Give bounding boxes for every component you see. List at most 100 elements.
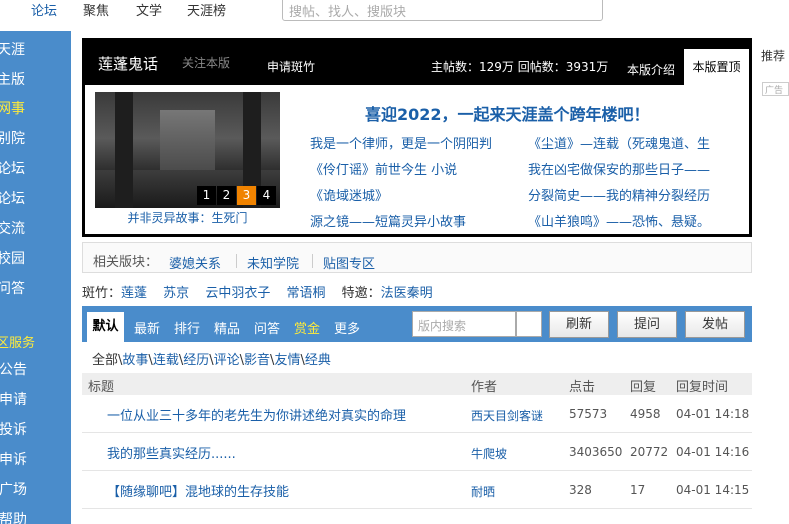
filter-item[interactable]: 友情	[274, 353, 300, 368]
divider	[312, 254, 313, 268]
pinned-link[interactable]: 我是一个律师，更是一个阴阳判	[310, 133, 492, 152]
related-boards: 相关版块： 婆媳关系 未知学院 贴图专区	[82, 242, 752, 273]
post-title[interactable]: 【随缘聊吧】混地球的生存技能	[107, 481, 289, 500]
post-tab-bar: 默认 最新 排行 精品 问答 赏金 更多 版内搜索 刷新 提问 发帖	[82, 306, 752, 342]
sidebar-service-item[interactable]: 广场	[0, 475, 70, 505]
board-pinned-tab[interactable]: 本版置顶	[684, 49, 749, 85]
tab-bounty[interactable]: 赏金	[294, 318, 320, 337]
filter-item[interactable]: 故事	[122, 353, 148, 368]
column-clicks: 点击	[569, 380, 596, 395]
moderator-link[interactable]: 苏京	[163, 286, 189, 301]
post-reply-time: 04-01 14:15	[676, 483, 750, 497]
board-title-bar: 莲蓬鬼话 关注本版 申请斑竹 主帖数：129万 回帖数：3931万 本版介绍 本…	[85, 41, 749, 85]
ad-badge: 广告	[762, 82, 789, 96]
carousel-page-2[interactable]: 2	[217, 186, 236, 205]
board-title: 莲蓬鬼话	[98, 55, 159, 73]
nav-literature[interactable]: 文学	[136, 0, 162, 19]
pinned-link[interactable]: 《尘道》—连载（死魂鬼道、生	[528, 133, 710, 152]
board-search-input[interactable]: 版内搜索	[412, 311, 516, 337]
sidebar-item[interactable]: 论坛	[0, 184, 68, 214]
filter-item[interactable]: 连载	[153, 353, 179, 368]
sidebar-service-item[interactable]: 帮助	[0, 505, 70, 524]
sidebar-service-item[interactable]: 申诉	[0, 445, 70, 475]
sidebar-section-title: 区服务	[0, 336, 36, 351]
column-title: 标题	[88, 380, 115, 395]
special-guest-label: 特邀：	[341, 286, 381, 301]
board-search-button[interactable]	[516, 311, 542, 337]
related-board-link[interactable]: 未知学院	[247, 253, 299, 272]
pinned-link[interactable]: 《山羊狼鸣》——恐怖、悬疑。	[528, 211, 710, 230]
filter-item[interactable]: 经历	[183, 353, 209, 368]
sidebar-service-item[interactable]: 申请	[0, 385, 70, 415]
related-boards-label: 相关版块：	[93, 255, 159, 270]
pinned-link[interactable]: 我在凶宅做保安的那些日子——	[528, 159, 710, 178]
sidebar-item[interactable]: 问答	[0, 274, 68, 304]
column-author: 作者	[471, 380, 498, 395]
follow-board-button[interactable]: 关注本版	[182, 54, 230, 71]
pinned-link[interactable]: 源之镜——短篇灵异小故事	[310, 211, 466, 230]
post-title[interactable]: 我的那些真实经历......	[107, 443, 236, 462]
tab-ranking[interactable]: 排行	[174, 318, 200, 337]
sidebar-item[interactable]: 天涯	[0, 35, 68, 65]
pinned-link[interactable]: 《诡域迷城》	[310, 185, 388, 204]
filter-item[interactable]: 评论	[214, 353, 240, 368]
post-author[interactable]: 耐晒	[471, 483, 495, 500]
column-reply-time: 回复时间	[676, 380, 729, 395]
nav-ranking[interactable]: 天涯榜	[187, 0, 226, 19]
sidebar-item[interactable]: 校园	[0, 244, 68, 274]
post-reply-time: 04-01 14:18	[676, 407, 750, 421]
sidebar-item[interactable]: 别院	[0, 124, 68, 154]
sidebar-item-active[interactable]: 网事	[0, 94, 68, 124]
filter-all[interactable]: 全部	[92, 353, 118, 368]
post-author[interactable]: 牛爬坡	[471, 445, 507, 462]
table-row[interactable]: 我的那些真实经历...... 牛爬坡 3403650 20772 04-01 1…	[82, 433, 752, 471]
pinned-link[interactable]: 《伶仃谣》前世今生 小说	[310, 159, 457, 178]
sidebar-item[interactable]: 论坛	[0, 154, 68, 184]
special-guest-link[interactable]: 法医秦明	[381, 286, 433, 301]
post-replies: 20772	[630, 445, 669, 459]
board-header: 莲蓬鬼话 关注本版 申请斑竹 主帖数：129万 回帖数：3931万 本版介绍 本…	[82, 38, 752, 237]
moderator-link[interactable]: 常语桐	[286, 286, 325, 301]
filter-item[interactable]: 影音	[244, 353, 270, 368]
filter-item[interactable]: 经典	[305, 353, 331, 368]
pinned-headline[interactable]: 喜迎2022，一起来天涯盖个跨年楼吧！	[365, 101, 650, 125]
post-reply-time: 04-01 14:16	[676, 445, 750, 459]
refresh-button[interactable]: 刷新	[549, 311, 609, 338]
sidebar-item[interactable]: 主版	[0, 65, 68, 95]
sidebar-item[interactable]: 交流	[0, 214, 68, 244]
carousel-caption[interactable]: 并非灵异故事：生死门	[95, 209, 280, 226]
moderator-link[interactable]: 云中羽衣子	[205, 286, 270, 301]
board-intro-tab[interactable]: 本版介绍	[627, 61, 675, 78]
moderators-label: 斑竹：	[82, 286, 122, 301]
tab-default[interactable]: 默认	[87, 312, 124, 342]
tab-more[interactable]: 更多	[334, 318, 360, 337]
post-title[interactable]: 一位从业三十多年的老先生为你讲述绝对真实的命理	[107, 405, 406, 424]
table-row[interactable]: 一位从业三十多年的老先生为你讲述绝对真实的命理 西天目剑客谜 57573 495…	[82, 395, 752, 433]
tab-qa[interactable]: 问答	[254, 318, 280, 337]
pinned-link[interactable]: 分裂简史——我的精神分裂经历	[528, 185, 710, 204]
moderators-line: 斑竹：莲蓬 苏京 云中羽衣子 常语桐 特邀：法医秦明	[82, 282, 433, 301]
left-sidebar: 天涯 主版 网事 别院 论坛 论坛 交流 校园 问答 区服务 公告 申请 投诉 …	[0, 31, 71, 524]
new-post-button[interactable]: 发帖	[685, 311, 745, 338]
tab-latest[interactable]: 最新	[134, 318, 160, 337]
board-stats: 主帖数：129万 回帖数：3931万	[431, 60, 609, 74]
ask-question-button[interactable]: 提问	[617, 311, 677, 338]
related-board-link[interactable]: 贴图专区	[323, 253, 375, 272]
carousel-image[interactable]: 1 2 3 4	[95, 92, 280, 208]
apply-moderator-link[interactable]: 申请斑竹	[267, 58, 315, 75]
carousel-page-3-active[interactable]: 3	[237, 186, 256, 205]
sidebar-service-item[interactable]: 公告	[0, 355, 70, 385]
moderator-link[interactable]: 莲蓬	[121, 286, 147, 301]
tab-featured[interactable]: 精品	[214, 318, 240, 337]
nav-forum[interactable]: 论坛	[31, 0, 57, 19]
global-search-input[interactable]: 搜帖、找人、搜版块	[282, 0, 603, 21]
post-author[interactable]: 西天目剑客谜	[471, 407, 543, 424]
sidebar-service-item[interactable]: 投诉	[0, 415, 70, 445]
carousel-page-4[interactable]: 4	[257, 186, 276, 205]
top-nav: 论坛 聚焦 文学 天涯榜 搜帖、找人、搜版块	[0, 0, 789, 22]
related-board-link[interactable]: 婆媳关系	[169, 253, 221, 272]
post-clicks: 328	[569, 483, 592, 497]
carousel-page-1[interactable]: 1	[197, 186, 216, 205]
table-row[interactable]: 【随缘聊吧】混地球的生存技能 耐晒 328 17 04-01 14:15	[82, 471, 752, 509]
nav-focus[interactable]: 聚焦	[83, 0, 109, 19]
